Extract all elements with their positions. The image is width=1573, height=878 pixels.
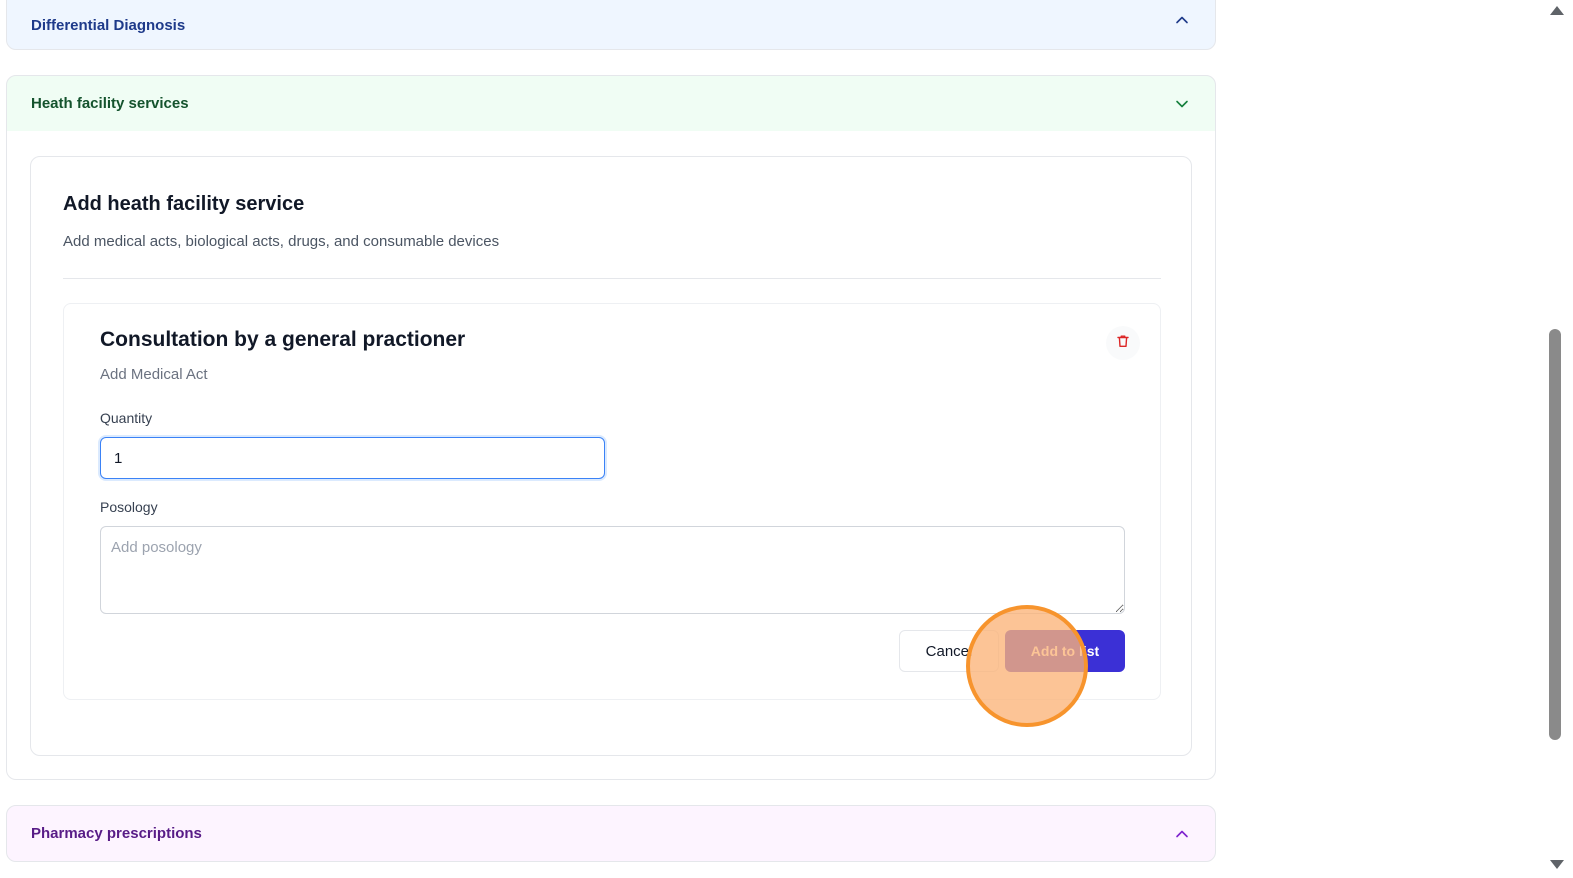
- trash-icon: [1116, 334, 1130, 353]
- chevron-up-icon[interactable]: [1175, 13, 1189, 27]
- divider: [63, 278, 1161, 279]
- page: Differential Diagnosis Heath facility se…: [0, 0, 1573, 878]
- delete-button[interactable]: [1106, 326, 1140, 360]
- posology-label: Posology: [100, 499, 158, 515]
- service-item: Consultation by a general practioner Add…: [63, 303, 1161, 700]
- section-title: Pharmacy prescriptions: [31, 825, 202, 842]
- card-title: Add heath facility service: [63, 193, 305, 215]
- card-description: Add medical acts, biological acts, drugs…: [63, 233, 500, 250]
- section-title: Heath facility services: [31, 95, 189, 112]
- service-item-title: Consultation by a general practioner: [100, 328, 466, 351]
- section-header-differential-diagnosis[interactable]: Differential Diagnosis: [6, 0, 1216, 50]
- service-item-subtitle: Add Medical Act: [100, 366, 208, 383]
- add-to-list-button[interactable]: Add to list: [1005, 630, 1125, 672]
- section-header-pharmacy-prescriptions[interactable]: Pharmacy prescriptions: [6, 805, 1216, 862]
- section-header-health-facility-services[interactable]: Heath facility services: [6, 75, 1216, 132]
- posology-textarea[interactable]: [100, 526, 1125, 614]
- chevron-up-icon[interactable]: [1175, 827, 1189, 841]
- scrollbar-thumb[interactable]: [1549, 329, 1561, 740]
- cancel-button[interactable]: Cancel: [899, 630, 999, 672]
- page-scrollbar[interactable]: [1545, 0, 1573, 878]
- chevron-down-icon[interactable]: [1175, 97, 1189, 111]
- scroll-down-arrow-icon[interactable]: [1550, 860, 1564, 869]
- scroll-up-arrow-icon[interactable]: [1550, 6, 1564, 15]
- quantity-label: Quantity: [100, 410, 153, 426]
- add-service-card: Add heath facility service Add medical a…: [30, 156, 1192, 756]
- section-title: Differential Diagnosis: [31, 16, 186, 34]
- quantity-input[interactable]: [100, 437, 605, 479]
